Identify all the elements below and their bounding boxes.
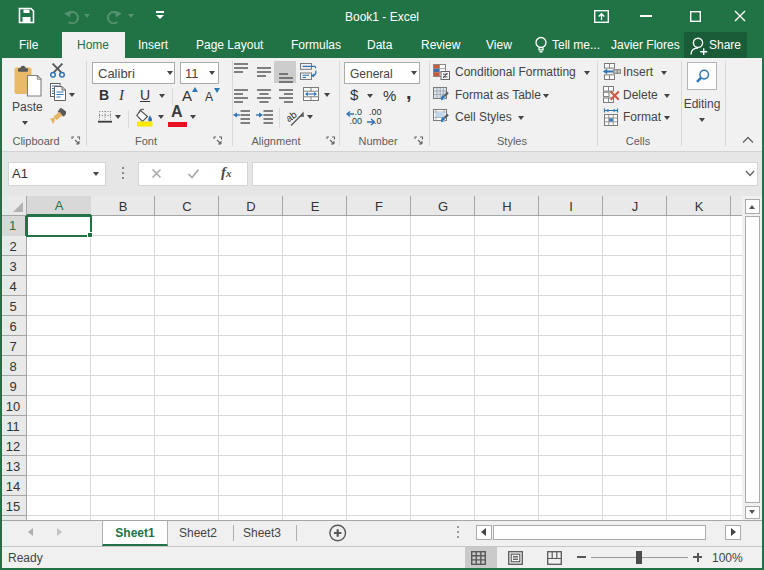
svg-text:ab: ab <box>287 108 299 124</box>
